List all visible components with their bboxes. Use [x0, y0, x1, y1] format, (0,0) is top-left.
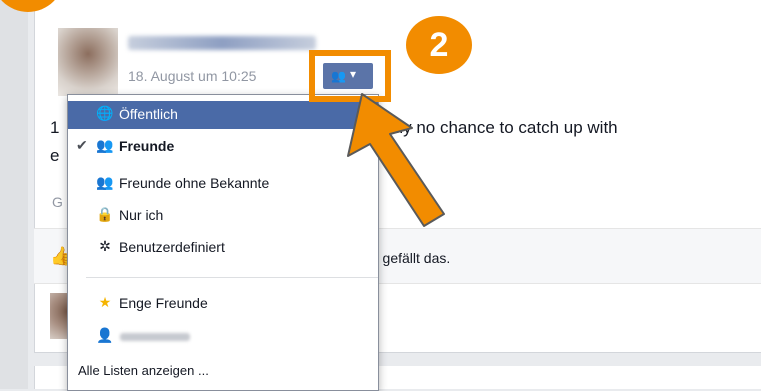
friends-icon: 👥	[96, 137, 114, 153]
author-avatar[interactable]	[58, 28, 118, 96]
menu-item-close-friends[interactable]: ★ Enge Freunde	[68, 290, 378, 318]
audience-dropdown-menu: 🌐 Öffentlich ✔ 👥 Freunde 👥 Freunde ohne …	[67, 94, 379, 391]
left-sidebar-strip	[0, 0, 28, 389]
menu-item-custom-list[interactable]: 👤	[68, 323, 378, 351]
list-name-blurred	[120, 333, 190, 341]
lock-icon: 🔒	[96, 206, 114, 222]
author-name-blurred[interactable]	[128, 36, 316, 50]
list-icon: 👤	[96, 327, 114, 343]
friends-except-icon: 👥	[96, 174, 114, 190]
step-2-badge: 2	[406, 16, 472, 74]
post-text-line-1: 1 erally no chance to catch up with	[50, 118, 618, 137]
menu-separator	[86, 277, 378, 278]
likes-summary[interactable]: r gefällt das.	[374, 250, 450, 266]
globe-icon: 🌐	[96, 105, 114, 121]
checkmark-icon: ✔	[76, 137, 88, 153]
post-action-text: G	[52, 194, 63, 210]
pointer-arrow-icon	[347, 93, 445, 227]
menu-item-only-me[interactable]: 🔒 Nur ich	[68, 202, 378, 230]
post-text-line-2: e	[50, 146, 60, 165]
gear-icon: ✲	[99, 238, 111, 254]
star-icon: ★	[98, 294, 112, 310]
menu-item-show-all-lists[interactable]: Alle Listen anzeigen ...	[68, 358, 378, 386]
menu-item-custom[interactable]: ✲ Benutzerdefiniert	[68, 234, 378, 262]
menu-item-public[interactable]: 🌐 Öffentlich	[68, 101, 378, 129]
menu-item-friends-except-acquaintances[interactable]: 👥 Freunde ohne Bekannte	[68, 170, 378, 198]
post-timestamp[interactable]: 18. August um 10:25	[128, 68, 256, 84]
menu-item-friends[interactable]: ✔ 👥 Freunde	[68, 133, 378, 161]
